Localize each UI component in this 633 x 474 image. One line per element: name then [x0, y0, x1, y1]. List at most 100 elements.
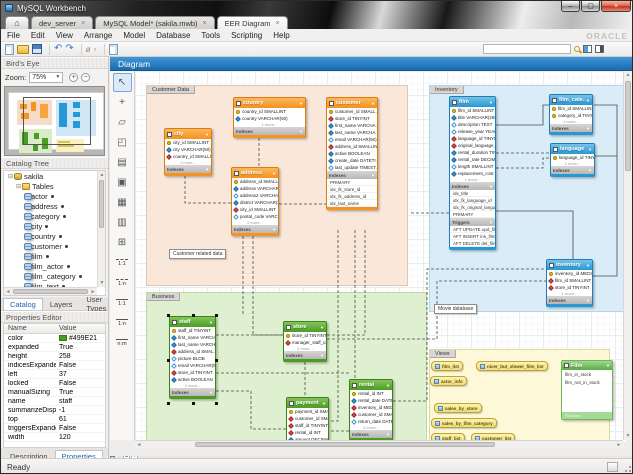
tab-close-icon[interactable]: × [203, 20, 207, 27]
menu-view[interactable]: View [56, 31, 73, 40]
layer-tool-icon[interactable]: ◰ [113, 133, 132, 152]
right-panel-toggle-icon[interactable] [595, 45, 604, 53]
section-collapse-icon[interactable]: ▼ [588, 168, 592, 173]
property-row-height[interactable]: height258 [4, 352, 105, 361]
table-field[interactable]: address2 VARCHAR(... [232, 192, 278, 199]
section-collapse-icon[interactable]: ▼ [205, 167, 209, 172]
table-field[interactable]: film_id SMALLINT [450, 107, 495, 114]
section-collapse-icon[interactable]: ▼ [371, 173, 375, 178]
tab-catalog[interactable]: Catalog [3, 298, 43, 310]
table-header[interactable]: store▼ [284, 322, 326, 332]
note-movie-database[interactable]: Movie database [434, 304, 477, 314]
diagram-tab[interactable]: Diagram [110, 57, 632, 71]
table-field[interactable]: rental_date DATE... [350, 397, 392, 404]
table-field[interactable]: film_id SMALLINT [550, 105, 592, 112]
selection-handle[interactable] [215, 359, 218, 362]
table-field[interactable]: store_id TINYINT [284, 332, 326, 339]
section-bar-indexes[interactable]: Indexes▼ [350, 430, 392, 438]
section-collapse-icon[interactable]: ▼ [586, 298, 590, 303]
table-field[interactable]: release_year YEAR [450, 128, 495, 135]
section-bar-indexes[interactable]: Indexes▼ [450, 182, 495, 190]
routine-group-tool-icon[interactable]: ⊞ [113, 233, 132, 252]
selection-handle[interactable] [167, 359, 170, 362]
selection-handle[interactable] [215, 314, 218, 317]
menu-arrange[interactable]: Arrange [84, 31, 112, 40]
menu-scripting[interactable]: Scripting [231, 31, 262, 40]
table-country[interactable]: country▼country_id SMALLINTcountry VARCH… [233, 97, 306, 138]
section-bar-indexes[interactable]: Indexes▼ [170, 388, 215, 396]
table-field[interactable]: picture BLOB [170, 355, 215, 362]
table-header[interactable]: language▼ [551, 144, 594, 154]
canvas-horizontal-scrollbar[interactable]: ◄ ► [135, 440, 623, 449]
property-row-summarizedisplay[interactable]: summarizeDisplay-1 [4, 406, 105, 415]
property-row-indicesexpanded[interactable]: indicesExpandedFalse [4, 361, 105, 370]
lock-icon[interactable]: ø [86, 45, 91, 54]
property-row-manualsizing[interactable]: manualSizingTrue [4, 388, 105, 397]
redo-icon[interactable]: ↷ [65, 44, 73, 54]
scroll-thumb[interactable] [625, 81, 631, 171]
table-field[interactable]: rental_rate DECIMA... [450, 156, 495, 163]
tree-vertical-scrollbar[interactable]: ▲ ▼ [97, 171, 105, 287]
collapse-arrow-icon[interactable]: ▼ [209, 320, 213, 325]
section-bar-indexes[interactable]: Indexes▼ [547, 296, 592, 304]
pan-tool-icon[interactable]: + [113, 93, 132, 112]
scroll-up-icon[interactable]: ▲ [98, 171, 106, 179]
table-field[interactable]: return_date DATE... [350, 418, 392, 425]
table-city[interactable]: city▼city_id SMALLINTcity VARCHAR(50)cou… [164, 128, 212, 176]
selection-handle[interactable] [192, 402, 195, 405]
zoom-in-icon[interactable]: + [69, 73, 78, 82]
table-field[interactable]: replacement_cost D... [450, 170, 495, 177]
tree-item-film-category[interactable]: ⊞film_category [4, 271, 105, 281]
collapse-arrow-icon[interactable]: ▼ [320, 325, 324, 330]
table-field[interactable]: active BOOLEAN [327, 150, 377, 157]
collapse-arrow-icon[interactable]: ▼ [272, 171, 276, 176]
table-header[interactable]: city▼ [165, 129, 211, 139]
table-field[interactable]: country_id SMALLINT [234, 108, 305, 115]
table-header[interactable]: film_cate...▼ [550, 95, 592, 105]
routine-group-film[interactable]: Film▼film_in_stockfilm_not_in_stockRouti… [561, 360, 613, 420]
tree-item-category[interactable]: ⊞category [4, 211, 105, 221]
catalog-tree-header[interactable]: Catalog Tree [1, 157, 108, 169]
collapse-arrow-icon[interactable]: ▼ [489, 100, 493, 105]
property-row-color[interactable]: color#499E21 [4, 334, 105, 343]
tree-folder-tables[interactable]: ⊟Tables [4, 181, 105, 191]
section-bar-indexes[interactable]: Indexes▼ [284, 351, 326, 359]
table-header[interactable]: payment▼ [287, 398, 328, 408]
table-field[interactable]: manager_staff_id ... [284, 339, 326, 346]
tree-item-customer[interactable]: ⊞customer [4, 241, 105, 251]
tree-horizontal-scrollbar[interactable]: ◄ ► [4, 287, 97, 295]
table-field[interactable]: district VARCHAR(20) [232, 199, 278, 206]
collapse-arrow-icon[interactable]: ▼ [205, 132, 209, 137]
table-field[interactable]: country_id SMALLINT [165, 153, 211, 160]
title-bar[interactable]: MySQL Workbench [1, 1, 633, 15]
table-field[interactable]: payment_id SMAL... [287, 408, 328, 415]
table-field[interactable]: store_id TINYINT [170, 369, 215, 376]
zoom-out-icon[interactable]: − [81, 73, 90, 82]
text-tool-icon[interactable]: ▤ [113, 153, 132, 172]
rel-11-iden-icon[interactable]: 1:1 [113, 293, 132, 312]
menu-help[interactable]: Help [273, 31, 289, 40]
routine-film-in-stock[interactable]: film_in_stock [562, 370, 612, 378]
table-field[interactable]: store_id TINYINT [547, 284, 592, 291]
tab-dev-server[interactable]: dev_server× [31, 16, 93, 29]
diagram-canvas[interactable]: Customer DataInventoryBusinessViewsCusto… [135, 71, 626, 442]
table-field[interactable]: original_language_i... [450, 142, 495, 149]
table-field[interactable]: category_id TINY... [550, 112, 592, 119]
table-field[interactable]: title VARCHAR(255) [450, 114, 495, 121]
table-field[interactable]: postal_code VARCH... [232, 213, 278, 220]
section-collapse-icon[interactable]: ▼ [586, 126, 590, 131]
table-customer[interactable]: customer▼customer_id SMALL...store_id TI… [326, 97, 378, 210]
table-inventory[interactable]: inventory▼inventory_id MEDI...film_id SM… [546, 259, 593, 307]
scroll-left-icon[interactable]: ◄ [4, 288, 12, 296]
section-collapse-icon[interactable]: ▼ [299, 129, 303, 134]
minimize-button[interactable]: – [561, 1, 580, 12]
table-staff[interactable]: staff▼staff_id TINYINTfirst_name VARCH..… [169, 316, 216, 399]
new-document-icon[interactable] [5, 44, 14, 55]
table-header[interactable]: country▼ [234, 98, 305, 108]
new-diagram-icon[interactable] [109, 44, 118, 55]
maximize-button[interactable]: ▢ [581, 1, 600, 12]
table-field[interactable]: language_id TINY... [551, 154, 594, 161]
property-row-name[interactable]: namestaff [4, 397, 105, 406]
collapse-arrow-icon[interactable]: ▼ [371, 101, 375, 106]
table-field[interactable]: staff_id TINYINT [170, 327, 215, 334]
